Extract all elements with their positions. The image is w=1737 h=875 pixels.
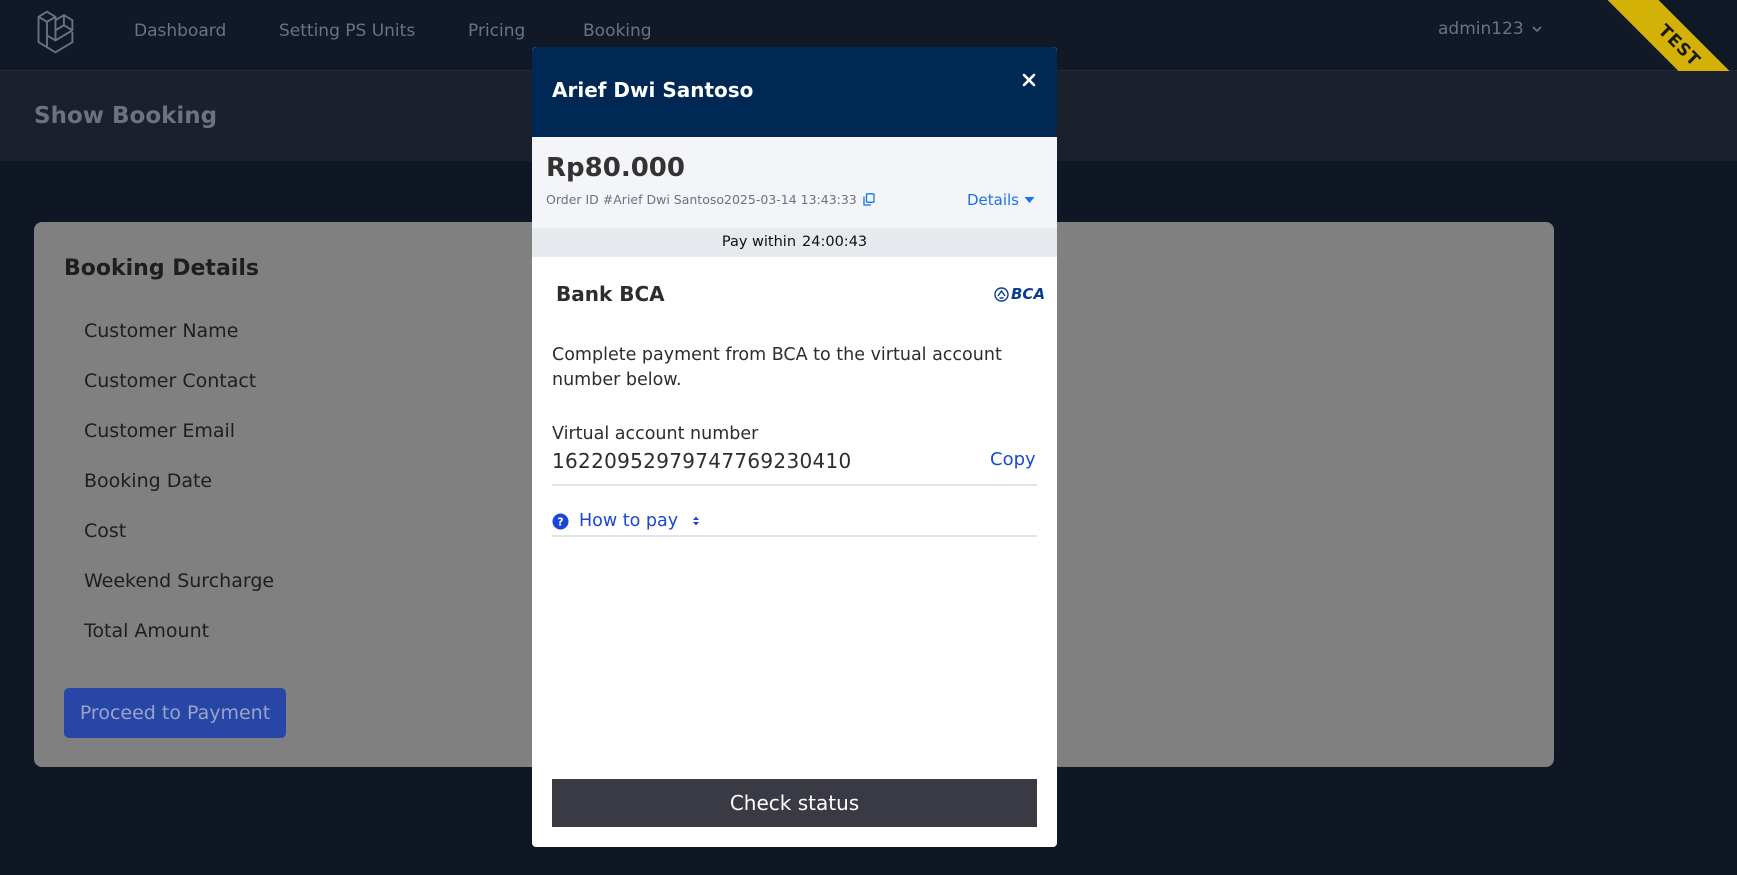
chevron-down-icon bbox=[1532, 26, 1542, 33]
field-label-customer-email: Customer Email bbox=[84, 420, 236, 442]
how-to-pay-label: How to pay bbox=[579, 511, 679, 531]
modal-header: Arief Dwi Santoso bbox=[532, 47, 1057, 137]
proceed-to-payment-button[interactable]: Proceed to Payment bbox=[64, 688, 286, 738]
pay-within-label: Pay within bbox=[721, 234, 797, 250]
field-label-weekend-surcharge: Weekend Surcharge bbox=[84, 570, 275, 592]
page-title: Show Booking bbox=[34, 103, 218, 129]
close-icon[interactable] bbox=[1016, 67, 1042, 93]
order-id: Order ID #Arief Dwi Santoso2025-03-14 13… bbox=[546, 192, 875, 207]
caret-down-icon bbox=[1024, 197, 1035, 203]
payment-amount: Rp80.000 bbox=[546, 153, 685, 183]
nav-dashboard[interactable]: Dashboard bbox=[134, 21, 226, 41]
bca-emblem-icon bbox=[994, 286, 1009, 302]
virtual-account-label: Virtual account number bbox=[552, 424, 759, 444]
user-menu[interactable]: admin123 bbox=[1438, 19, 1542, 39]
svg-text:?: ? bbox=[557, 515, 563, 528]
field-label-customer-contact: Customer Contact bbox=[84, 370, 257, 392]
booking-details-title: Booking Details bbox=[64, 256, 259, 281]
order-id-text: Order ID #Arief Dwi Santoso2025-03-14 13… bbox=[546, 192, 857, 207]
laravel-logo-icon[interactable] bbox=[36, 10, 80, 54]
copy-icon[interactable] bbox=[863, 193, 875, 206]
divider bbox=[552, 484, 1037, 486]
copy-va-button[interactable]: Copy bbox=[990, 449, 1036, 470]
nav-booking[interactable]: Booking bbox=[583, 21, 652, 41]
modal-customer-name: Arief Dwi Santoso bbox=[552, 78, 754, 102]
bank-name: Bank BCA bbox=[556, 282, 665, 306]
nav-pricing[interactable]: Pricing bbox=[468, 21, 525, 41]
bca-logo-text: BCA bbox=[1011, 285, 1046, 303]
pay-within-bar: Pay within 24:00:43 bbox=[532, 228, 1057, 257]
nav-setting-ps-units[interactable]: Setting PS Units bbox=[279, 21, 415, 41]
pay-within-time: 24:00:43 bbox=[802, 234, 868, 250]
virtual-account-number: 16220952979747769230410 bbox=[552, 449, 852, 473]
payment-instruction: Complete payment from BCA to the virtual… bbox=[552, 345, 1002, 390]
how-to-pay-toggle[interactable]: ? How to pay bbox=[552, 511, 700, 531]
payment-modal: Arief Dwi Santoso Rp80.000 Order ID #Ari… bbox=[532, 47, 1057, 847]
question-circle-icon: ? bbox=[552, 513, 569, 529]
check-status-button[interactable]: Check status bbox=[552, 779, 1037, 827]
field-label-booking-date: Booking Date bbox=[84, 470, 213, 492]
field-label-cost: Cost bbox=[84, 520, 127, 542]
details-label: Details bbox=[967, 191, 1020, 209]
sort-arrows-icon bbox=[693, 516, 700, 526]
payment-summary: Rp80.000 Order ID #Arief Dwi Santoso2025… bbox=[532, 137, 1057, 228]
field-label-customer-name: Customer Name bbox=[84, 320, 239, 342]
user-name: admin123 bbox=[1438, 19, 1524, 39]
field-label-total-amount: Total Amount bbox=[84, 620, 210, 642]
divider bbox=[552, 535, 1037, 537]
details-toggle[interactable]: Details bbox=[967, 191, 1035, 209]
bca-logo: BCA bbox=[994, 284, 1045, 304]
